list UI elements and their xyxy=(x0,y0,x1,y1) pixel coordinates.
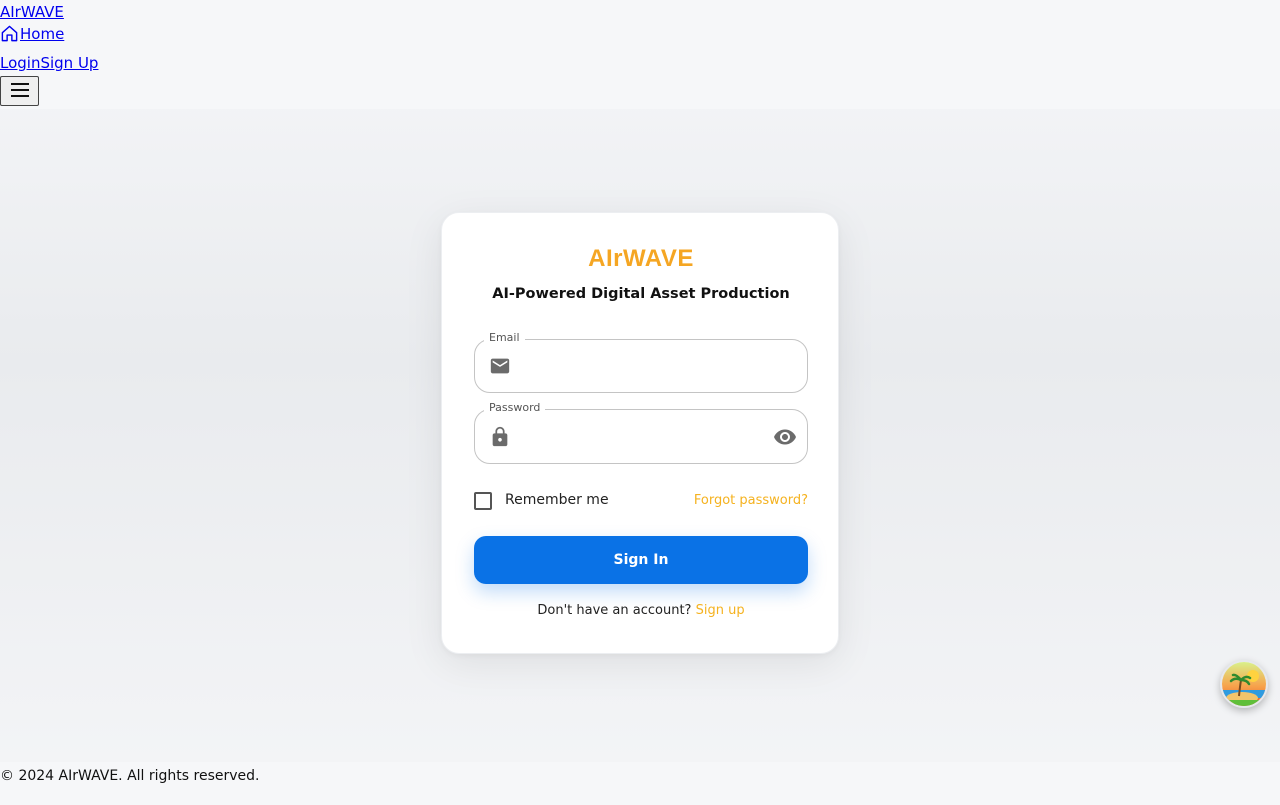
email-label: Email xyxy=(484,331,525,344)
floating-avatar-button[interactable] xyxy=(1220,660,1268,708)
remember-checkbox[interactable] xyxy=(474,492,492,510)
copyright-text: © 2024 AIrWAVE. All rights reserved. xyxy=(0,768,260,784)
home-link[interactable]: Home xyxy=(0,24,64,43)
menu-button[interactable] xyxy=(0,76,39,106)
password-label: Password xyxy=(484,401,546,414)
auth-links: LoginSign Up xyxy=(0,54,98,72)
signup-prompt-text: Don't have an account? xyxy=(537,603,692,618)
signup-prompt-row: Don't have an account? Sign up xyxy=(442,603,840,618)
home-link-label: Home xyxy=(20,25,65,43)
signup-nav-link[interactable]: Sign Up xyxy=(40,54,98,72)
site-footer: © 2024 AIrWAVE. All rights reserved. xyxy=(0,762,1280,805)
password-input[interactable] xyxy=(521,418,755,456)
email-field[interactable]: Email xyxy=(474,331,808,393)
lock-icon xyxy=(489,426,511,448)
remember-label[interactable]: Remember me xyxy=(505,492,609,508)
beach-island-icon xyxy=(1222,662,1266,706)
home-icon xyxy=(0,24,20,43)
login-link[interactable]: Login xyxy=(0,54,40,72)
mail-icon xyxy=(489,355,511,377)
site-header: AIrWAVE Home LoginSign Up xyxy=(0,0,1280,109)
remember-row: Remember me Forgot password? xyxy=(474,491,808,513)
email-input[interactable] xyxy=(521,348,755,386)
password-field[interactable]: Password xyxy=(474,401,808,464)
eye-icon[interactable] xyxy=(773,425,797,449)
forgot-password-link[interactable]: Forgot password? xyxy=(694,493,808,508)
login-card: AIrWAVE AI-Powered Digital Asset Product… xyxy=(441,212,839,654)
card-logo: AIrWAVE xyxy=(588,245,694,272)
card-tagline: AI-Powered Digital Asset Production xyxy=(492,286,790,302)
sign-up-link[interactable]: Sign up xyxy=(696,603,745,618)
brand-link[interactable]: AIrWAVE xyxy=(0,3,64,21)
sign-in-button[interactable]: Sign In xyxy=(474,536,808,584)
hamburger-icon xyxy=(10,82,30,101)
